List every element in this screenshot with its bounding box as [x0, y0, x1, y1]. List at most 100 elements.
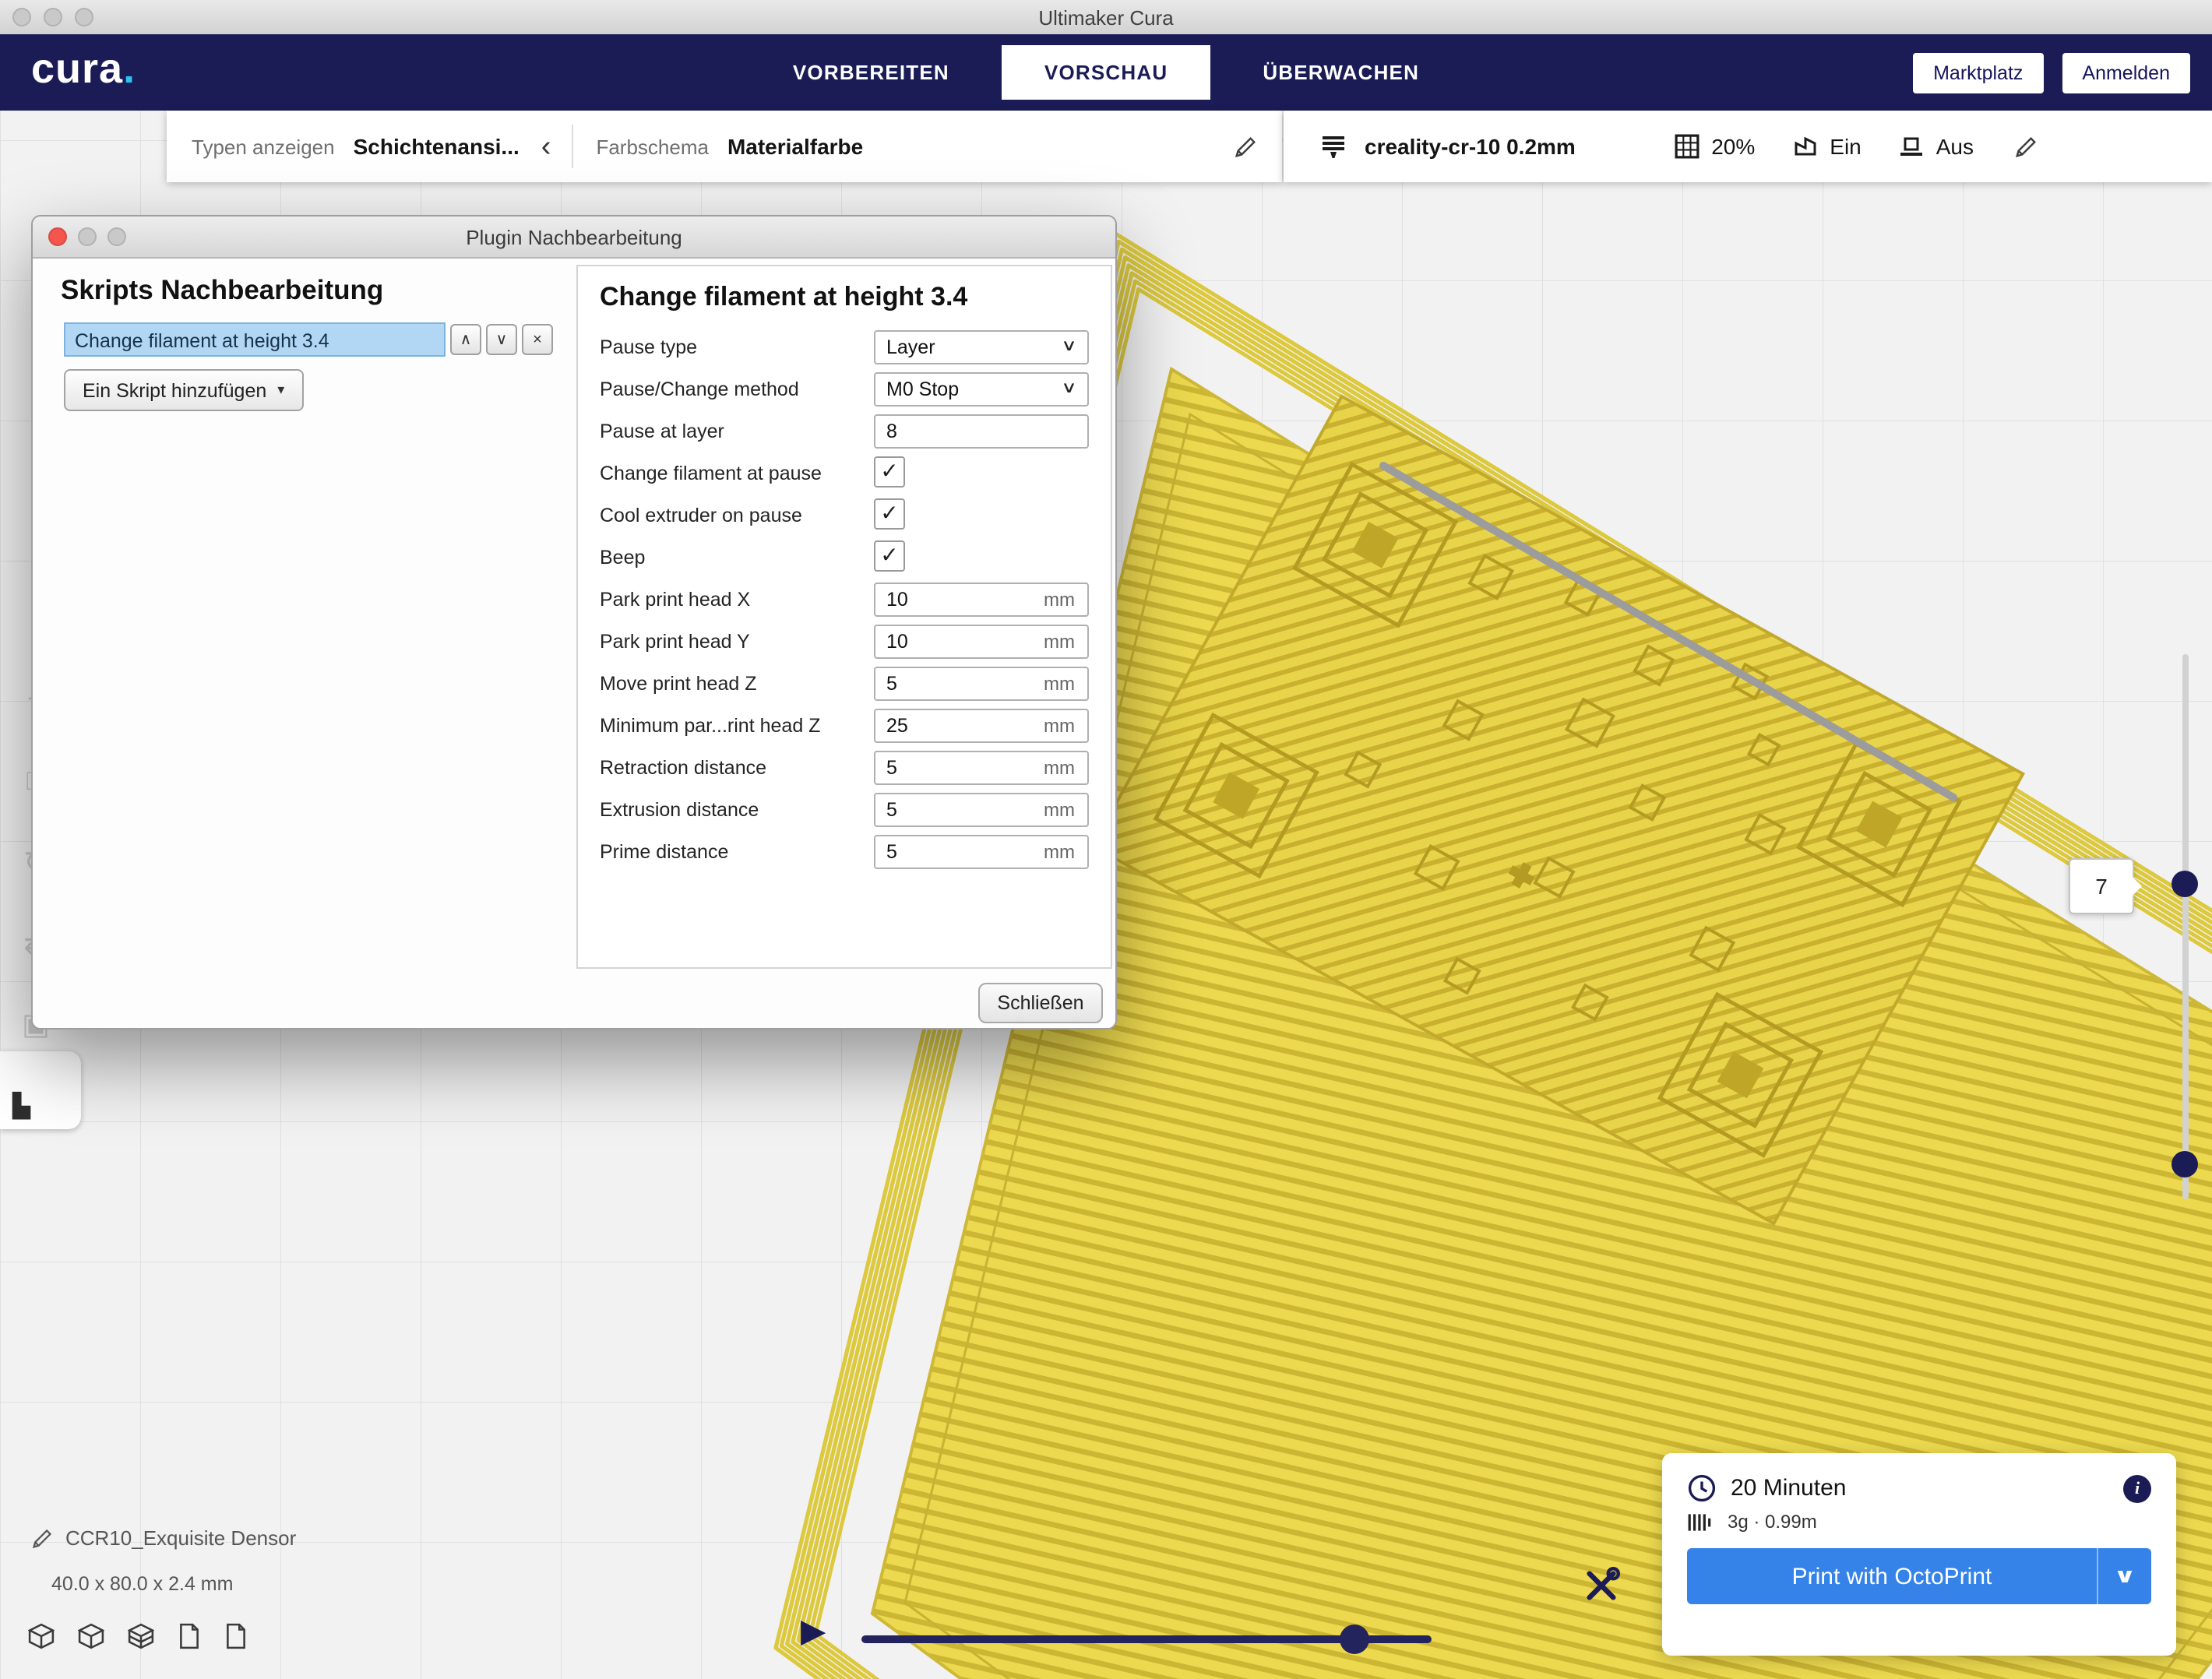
move-script-up-button[interactable]: ∧	[450, 324, 481, 355]
change-filament-checkbox[interactable]: ✓	[874, 456, 905, 487]
field-row-pause-type: Pause type Layer ∨	[600, 326, 1089, 368]
field-label: Retraction distance	[600, 756, 874, 778]
minimum-park-z-input[interactable]	[875, 713, 1044, 737]
field-label: Park print head X	[600, 588, 874, 610]
prime-distance-input[interactable]	[875, 839, 1044, 864]
print-with-octoprint-button[interactable]: Print with OctoPrint ∨	[1687, 1548, 2151, 1604]
chevron-left-icon[interactable]: ‹	[541, 132, 551, 161]
layer-number: 7	[2095, 874, 2108, 899]
field-label: Park print head Y	[600, 630, 874, 652]
add-script-button[interactable]: Ein Skript hinzufügen ▾	[64, 369, 303, 411]
rename-object-icon[interactable]	[31, 1528, 53, 1558]
tab-vorbereiten[interactable]: VORBEREITEN	[793, 61, 949, 84]
tab-ueberwachen[interactable]: ÜBERWACHEN	[1263, 61, 1419, 84]
object-cube-icon[interactable]	[78, 1623, 104, 1657]
adhesion-setting[interactable]: Aus	[1899, 134, 1974, 159]
layer-slider-lower-handle[interactable]	[2171, 1151, 2198, 1177]
remove-script-button[interactable]: ×	[522, 324, 553, 355]
cool-extruder-checkbox[interactable]: ✓	[874, 498, 905, 529]
pause-at-layer-input[interactable]	[875, 418, 1087, 443]
layers-icon: ▙	[12, 1092, 30, 1120]
field-row-pause-at-layer: Pause at layer	[600, 410, 1089, 452]
play-button[interactable]: ▶	[801, 1615, 826, 1648]
dialog-titlebar[interactable]: Plugin Nachbearbeitung	[33, 216, 1115, 259]
clock-icon	[1687, 1473, 1717, 1503]
toolbar-divider	[571, 125, 572, 168]
move-head-z-input[interactable]	[875, 671, 1044, 695]
park-head-x-input[interactable]	[875, 586, 1044, 611]
tab-vorschau[interactable]: VORSCHAU	[1002, 45, 1210, 100]
pause-method-select[interactable]: M0 Stop ∨	[874, 371, 1089, 406]
support-value: Ein	[1830, 134, 1861, 159]
stage-tabs: VORBEREITEN VORSCHAU ÜBERWACHEN	[0, 34, 2212, 111]
infill-value: 20%	[1711, 134, 1755, 159]
dialog-minimize-icon[interactable]	[78, 227, 97, 246]
field-row-prime: Prime distance mm	[600, 830, 1089, 872]
selected-option: M0 Stop	[875, 378, 1065, 400]
print-button-label: Print with OctoPrint	[1687, 1563, 2097, 1589]
document-icon[interactable]	[178, 1623, 201, 1657]
beep-checkbox[interactable]: ✓	[874, 540, 905, 571]
signin-button[interactable]: Anmelden	[2062, 52, 2190, 93]
color-scheme-value[interactable]: Materialfarbe	[727, 134, 863, 159]
object-cube-icon[interactable]	[28, 1623, 55, 1657]
printer-settings-toolbar: creality-cr-10 0.2mm 20% Ein Aus	[1284, 111, 2212, 182]
field-row-minimum-z: Minimum par...rint head Z mm	[600, 704, 1089, 746]
window-zoom-icon[interactable]	[75, 8, 93, 26]
pause-type-select[interactable]: Layer ∨	[874, 329, 1089, 364]
layer-slider	[2159, 654, 2212, 1199]
adjust-tools-icon[interactable]	[1583, 1567, 1620, 1604]
macos-titlebar: Ultimaker Cura	[0, 0, 2212, 36]
field-label: Prime distance	[600, 840, 874, 862]
field-label: Pause/Change method	[600, 378, 874, 400]
scene-object-icons	[28, 1623, 248, 1657]
add-script-label: Ein Skript hinzufügen	[83, 379, 266, 401]
printer-profile-value[interactable]: creality-cr-10 0.2mm	[1365, 134, 1576, 159]
unit-label: mm	[1044, 840, 1087, 862]
park-head-y-input[interactable]	[875, 628, 1044, 653]
chevron-down-icon: ∨	[1061, 338, 1092, 355]
nozzle-profile-icon	[1318, 133, 1349, 160]
view-type-value[interactable]: Schichtenansi...	[354, 134, 520, 159]
field-row-pause-method: Pause/Change method M0 Stop ∨	[600, 368, 1089, 410]
field-label: Change filament at pause	[600, 462, 874, 484]
field-label: Beep	[600, 546, 874, 568]
view-settings-toolbar: Typen anzeigen Schichtenansi... ‹ Farbsc…	[167, 111, 1282, 182]
dialog-close-icon[interactable]	[48, 227, 67, 246]
window-close-icon[interactable]	[12, 8, 31, 26]
edit-view-settings-icon[interactable]	[1234, 135, 1257, 158]
info-icon[interactable]: i	[2123, 1474, 2151, 1502]
field-row-cool-extruder: Cool extruder on pause ✓	[600, 494, 1089, 536]
object-group-icon[interactable]	[128, 1623, 154, 1657]
dialog-close-button[interactable]: Schließen	[978, 983, 1103, 1023]
selected-script-item[interactable]: Change filament at height 3.4	[64, 322, 446, 357]
script-list-row: Change filament at height 3.4 ∧ ∨ ×	[64, 322, 553, 357]
infill-setting[interactable]: 20%	[1674, 134, 1755, 159]
playback-slider-handle[interactable]	[1340, 1624, 1369, 1654]
unit-label: mm	[1044, 798, 1087, 820]
layer-slider-upper-handle[interactable]	[2171, 871, 2198, 897]
extrusion-distance-input[interactable]	[875, 797, 1044, 822]
support-setting[interactable]: Ein	[1792, 134, 1861, 159]
field-row-beep: Beep ✓	[600, 536, 1089, 578]
layer-view-panel[interactable]: ▙	[0, 1051, 81, 1129]
filament-icon	[1687, 1512, 1714, 1532]
app-header: cura. VORBEREITEN VORSCHAU ÜBERWACHEN Ma…	[0, 34, 2212, 111]
field-row-park-x: Park print head X mm	[600, 578, 1089, 620]
edit-print-settings-icon[interactable]	[2014, 135, 2038, 158]
field-row-extrusion: Extrusion distance mm	[600, 788, 1089, 830]
field-row-move-z: Move print head Z mm	[600, 662, 1089, 704]
print-options-chevron-icon[interactable]: ∨	[2087, 1564, 2151, 1589]
move-script-down-button[interactable]: ∨	[486, 324, 517, 355]
field-label: Move print head Z	[600, 672, 874, 694]
object-name[interactable]: CCR10_Exquisite Densor	[65, 1526, 296, 1550]
marketplace-button[interactable]: Marktplatz	[1913, 52, 2043, 93]
window-minimize-icon[interactable]	[44, 8, 62, 26]
document-icon[interactable]	[224, 1623, 248, 1657]
support-icon	[1792, 134, 1817, 159]
layer-slider-track[interactable]	[2182, 654, 2189, 1199]
retraction-distance-input[interactable]	[875, 755, 1044, 780]
unit-label: mm	[1044, 756, 1087, 778]
adhesion-value: Aus	[1936, 134, 1974, 159]
dialog-zoom-icon[interactable]	[107, 227, 126, 246]
